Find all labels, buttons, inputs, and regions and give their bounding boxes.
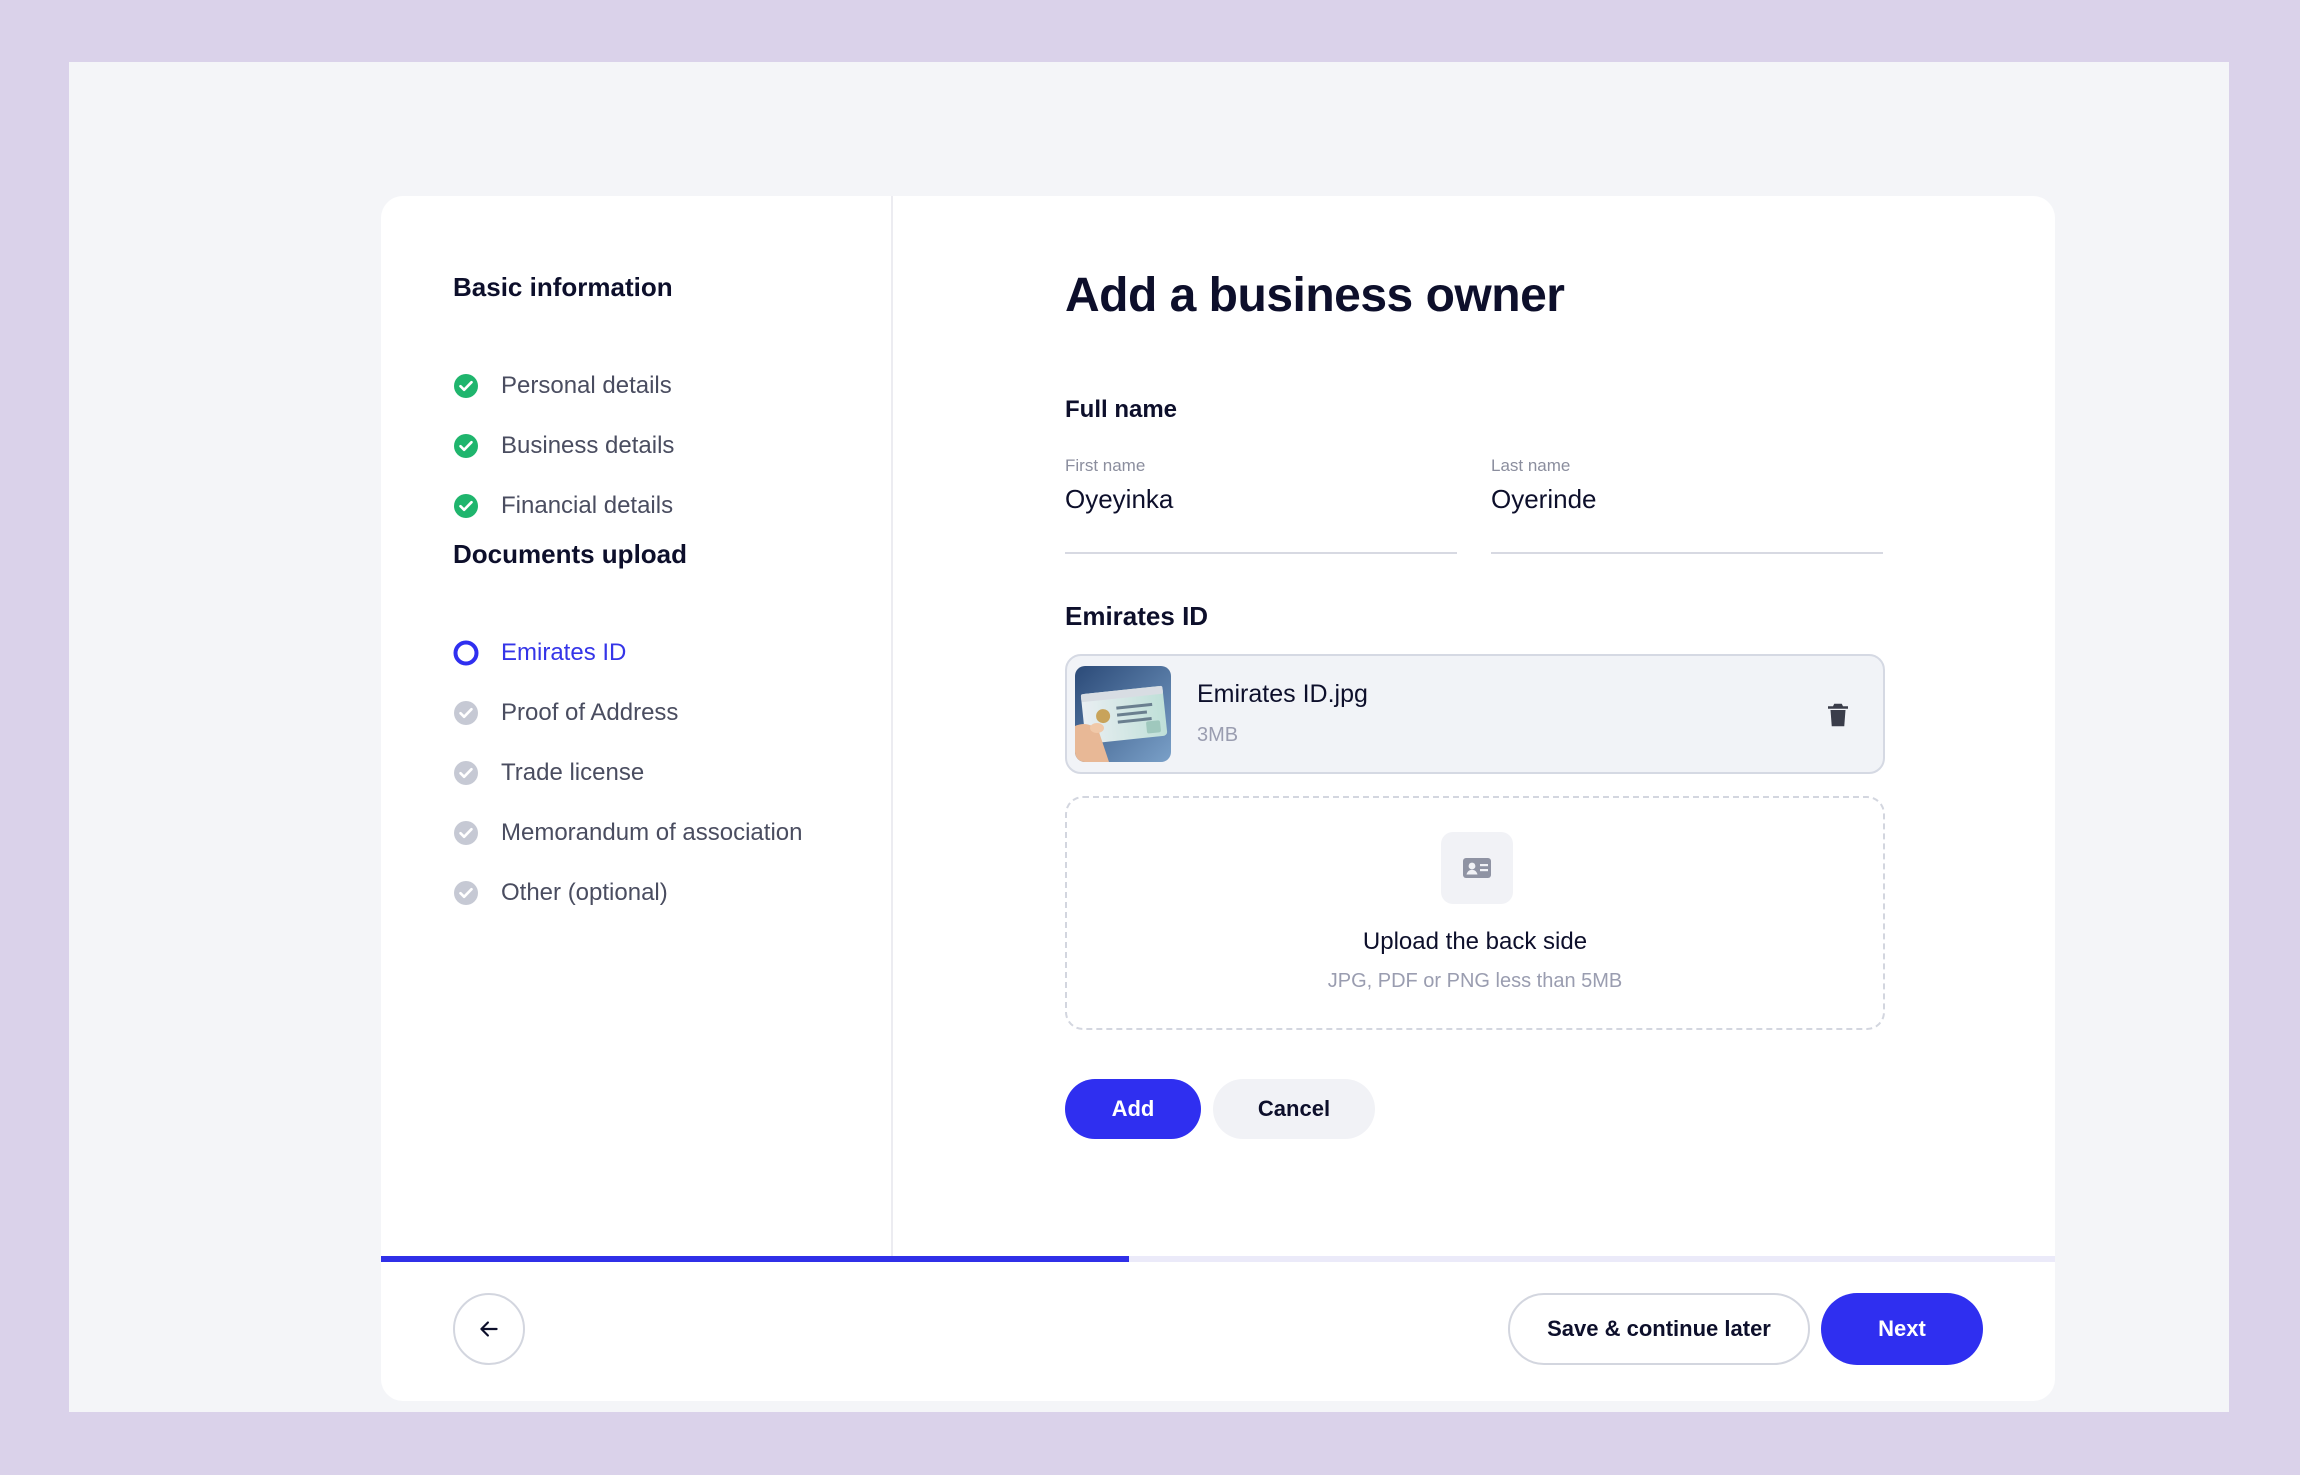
check-circle-icon — [454, 821, 478, 845]
last-name-label: Last name — [1491, 456, 1571, 475]
check-circle-icon — [454, 761, 478, 785]
emirates-id-label: Emirates ID — [1065, 601, 1209, 631]
basic-information-heading: Basic information — [453, 272, 673, 302]
stepper-sidebar: Basic information Personal details Busin… — [381, 196, 893, 1258]
back-button[interactable] — [453, 1293, 525, 1365]
step-label: Trade license — [501, 759, 645, 786]
progress-fill — [381, 1256, 1130, 1262]
check-circle-icon — [454, 881, 478, 905]
full-name-label: Full name — [1065, 396, 1178, 423]
step-label: Financial details — [501, 492, 674, 519]
step-label: Memorandum of association — [501, 819, 803, 846]
check-circle-icon — [454, 434, 478, 458]
last-name-input[interactable] — [1491, 484, 1883, 515]
page-title: Add a business owner — [1065, 269, 1565, 322]
upload-dropzone[interactable]: Upload the back side JPG, PDF or PNG les… — [1065, 796, 1885, 1030]
step-other-optional[interactable]: Other (optional) — [453, 873, 668, 913]
last-name-field: Last name — [1491, 456, 1883, 554]
add-button[interactable]: Add — [1065, 1079, 1201, 1139]
uploaded-file-item: Emirates ID.jpg 3MB — [1065, 654, 1885, 774]
step-label: Other (optional) — [501, 879, 668, 906]
step-business-details[interactable]: Business details — [453, 426, 674, 466]
dropzone-hint: JPG, PDF or PNG less than 5MB — [1327, 970, 1623, 992]
first-name-input[interactable] — [1065, 484, 1457, 515]
step-emirates-id[interactable]: Emirates ID — [453, 633, 626, 673]
step-trade-license[interactable]: Trade license — [453, 753, 644, 793]
check-circle-icon — [454, 494, 478, 518]
step-label: Emirates ID — [501, 639, 627, 666]
check-circle-icon — [454, 701, 478, 725]
app-frame: Basic information Personal details Busin… — [69, 62, 2229, 1412]
radio-active-icon — [453, 640, 479, 666]
progress-bar — [381, 1256, 2055, 1262]
cancel-button[interactable]: Cancel — [1213, 1079, 1375, 1139]
documents-upload-heading: Documents upload — [453, 539, 688, 569]
onboarding-card: Basic information Personal details Busin… — [381, 196, 2055, 1401]
arrow-left-icon — [480, 1321, 498, 1337]
trash-icon[interactable] — [1823, 700, 1853, 730]
id-card-icon — [1441, 832, 1513, 904]
file-size: 3MB — [1197, 724, 1239, 746]
next-button[interactable]: Next — [1821, 1293, 1983, 1365]
step-proof-of-address[interactable]: Proof of Address — [453, 693, 678, 733]
check-circle-icon — [454, 374, 478, 398]
main-form: Add a business owner Full name First nam… — [1065, 196, 1885, 1258]
file-thumbnail — [1075, 666, 1171, 762]
step-memorandum-of-association[interactable]: Memorandum of association — [453, 813, 802, 853]
first-name-label: First name — [1065, 456, 1146, 475]
step-label: Business details — [501, 432, 675, 459]
step-financial-details[interactable]: Financial details — [453, 486, 673, 526]
step-label: Personal details — [501, 372, 672, 399]
file-name: Emirates ID.jpg — [1197, 680, 1368, 708]
first-name-field: First name — [1065, 456, 1457, 554]
step-personal-details[interactable]: Personal details — [453, 366, 672, 406]
dropzone-title: Upload the back side — [1362, 928, 1588, 955]
id-card-thumbnail-image — [1075, 666, 1171, 762]
step-label: Proof of Address — [501, 699, 679, 726]
save-continue-later-button[interactable]: Save & continue later — [1508, 1293, 1810, 1365]
